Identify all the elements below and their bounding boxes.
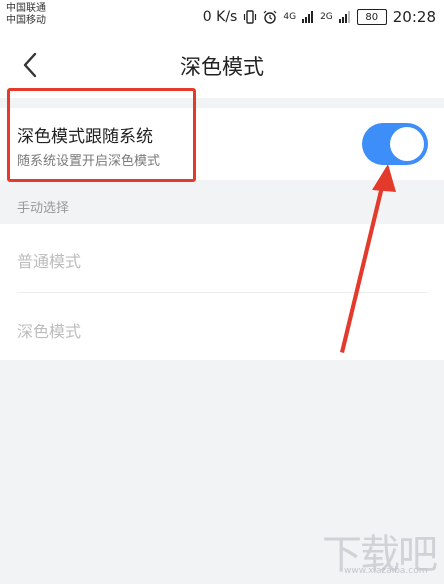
option-dark-mode[interactable]: 深色模式 xyxy=(17,318,81,342)
status-indicators: 0 K/s 4G 2G 80 20:28 xyxy=(203,7,436,27)
signal-bars-2-icon xyxy=(338,11,350,23)
divider xyxy=(17,292,427,293)
alarm-icon xyxy=(263,10,277,24)
carrier-1: 中国联通 xyxy=(6,3,46,14)
follow-system-toggle[interactable] xyxy=(362,123,428,165)
clock: 20:28 xyxy=(392,8,436,26)
carrier-2: 中国移动 xyxy=(6,15,46,26)
watermark-url: www.xiazaiba.com xyxy=(344,566,428,576)
status-bar: 中国联通 中国移动 0 K/s 4G 2G 80 20:28 xyxy=(0,0,444,34)
option-normal-mode[interactable]: 普通模式 xyxy=(17,248,81,272)
manual-mode-list: 普通模式 深色模式 xyxy=(0,224,444,360)
toggle-knob xyxy=(390,127,424,161)
signal-2g-label: 2G xyxy=(320,12,333,22)
page-title: 深色模式 xyxy=(180,55,264,79)
signal-bars-icon xyxy=(302,11,314,23)
carrier-names: 中国联通 中国移动 xyxy=(6,3,46,27)
battery-icon: 80 xyxy=(356,9,387,25)
manual-section-label: 手动选择 xyxy=(17,201,70,216)
vibrate-icon xyxy=(244,10,257,24)
network-speed: 0 K/s xyxy=(202,9,238,25)
watermark-logo: 下载吧 www.xiazaiba.com xyxy=(318,522,438,580)
annotation-highlight-box xyxy=(7,88,196,182)
signal-4g-label: 4G xyxy=(283,12,297,22)
